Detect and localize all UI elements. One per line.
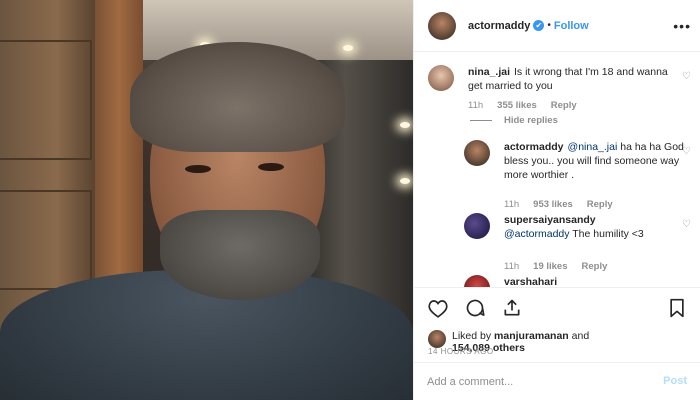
bookmark-icon[interactable] [665, 296, 689, 320]
comment-like-heart-icon[interactable]: ♡ [682, 71, 691, 82]
reply-button[interactable]: Reply [551, 100, 577, 111]
comment-meta: 11h 355 likes Reply [468, 100, 577, 111]
post-header: actormaddy ✔ • Follow ••• [414, 0, 700, 52]
comment-mention[interactable]: @actormaddy [504, 228, 570, 240]
comment-bubble-icon[interactable] [463, 296, 487, 320]
comment-mention[interactable]: @nina_.jai [568, 141, 618, 153]
likes-prefix: Liked by [452, 330, 492, 342]
comment-input[interactable] [427, 373, 647, 391]
reply-item: varshahari [464, 275, 684, 287]
more-options-icon[interactable]: ••• [673, 18, 691, 34]
heart-icon[interactable] [426, 296, 450, 320]
comments-list[interactable]: nina_.jai Is it wrong that I'm 18 and wan… [414, 53, 700, 287]
post-photo [0, 0, 413, 400]
commenter-avatar[interactable] [428, 65, 454, 91]
comment-like-heart-icon[interactable]: ♡ [682, 219, 691, 230]
likes-conjunction: and [571, 330, 590, 342]
comment-time: 11h [504, 199, 520, 210]
add-comment-bar: Post [414, 362, 700, 400]
comment-like-heart-icon[interactable]: ♡ [682, 146, 691, 157]
liker-username[interactable]: manjuramanan [494, 330, 569, 342]
commenter-avatar[interactable] [464, 275, 490, 287]
comment-time: 11h [468, 100, 484, 111]
hide-replies-label: Hide replies [504, 115, 558, 126]
comment-username[interactable]: supersaiyansandy [504, 214, 596, 226]
comment-meta: 11h 953 likes Reply [504, 199, 613, 210]
comment-username[interactable]: nina_.jai [468, 66, 510, 78]
photo-hair [130, 42, 345, 152]
author-avatar[interactable] [428, 11, 456, 40]
comment-likes[interactable]: 19 likes [533, 261, 567, 272]
reply-item: actormaddy @nina_.jai ha ha ha God bless … [464, 140, 684, 182]
comment-likes[interactable]: 953 likes [533, 199, 573, 210]
commenter-avatar[interactable] [464, 140, 490, 166]
comment-likes[interactable]: 355 likes [497, 100, 537, 111]
comment-username[interactable]: varshahari [504, 276, 557, 287]
commenter-avatar[interactable] [464, 213, 490, 239]
comment-time: 11h [504, 261, 520, 272]
author-username[interactable]: actormaddy [468, 20, 530, 32]
reply-button[interactable]: Reply [582, 261, 608, 272]
post-timestamp: 14 HOURS AGO [428, 347, 494, 356]
liker-avatar[interactable] [428, 330, 446, 348]
follow-button[interactable]: Follow [554, 20, 589, 32]
comment-username[interactable]: actormaddy [504, 141, 564, 153]
reply-button[interactable]: Reply [587, 199, 613, 210]
share-icon[interactable] [500, 296, 524, 320]
photo-beard [160, 210, 320, 300]
comment-text: The humility <3 [572, 228, 644, 240]
hide-replies-button[interactable]: Hide replies [470, 115, 558, 126]
verified-icon: ✔ [533, 20, 545, 31]
post-sidebar: actormaddy ✔ • Follow ••• nina_.jai Is it… [413, 0, 700, 400]
separator-dot: • [547, 20, 551, 31]
comment-meta: 11h 19 likes Reply [504, 261, 607, 272]
comment-item: nina_.jai Is it wrong that I'm 18 and wan… [428, 65, 678, 93]
post-comment-button[interactable]: Post [663, 375, 687, 387]
reply-item: supersaiyansandy @actormaddy The humility… [464, 213, 684, 241]
